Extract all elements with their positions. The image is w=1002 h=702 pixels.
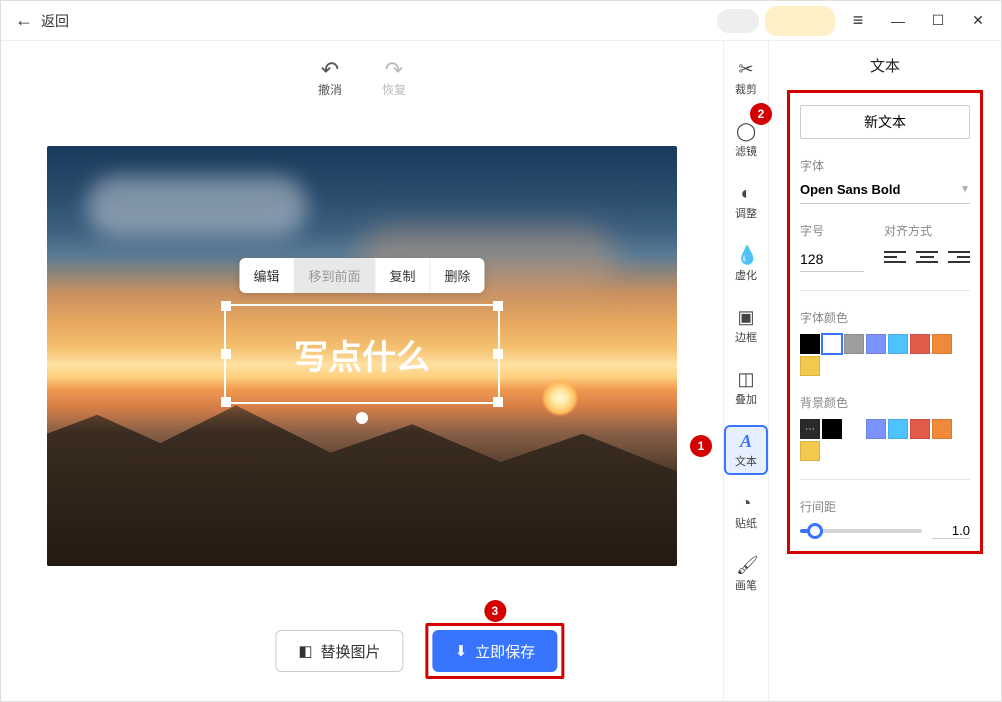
redo-label: 恢复 [382,81,406,98]
font-color-swatch-3[interactable] [866,334,886,354]
overlay-icon: ◫ [736,369,756,389]
tool-border[interactable]: ▣ 边框 [726,303,766,349]
filter-icon: ◯ [736,121,756,141]
text-context-toolbar: 编辑 移到前面 复制 删除 [239,258,484,293]
font-select[interactable]: Open Sans Bold ▼ [800,182,970,204]
tool-brush-label: 画笔 [735,577,757,593]
undo-button[interactable]: ↶ 撤消 [318,59,342,98]
close-button[interactable]: ✕ [961,5,995,37]
tool-overlay-label: 叠加 [735,391,757,407]
tool-blur[interactable]: 💧 虚化 [726,241,766,287]
font-color-swatch-6[interactable] [932,334,952,354]
bg-color-swatches: ⋯ [800,419,970,461]
text-bring-front-button[interactable]: 移到前面 [294,258,375,293]
tool-filter[interactable]: 2 ◯ 滤镜 [726,117,766,163]
bg-color-swatch-4[interactable] [888,419,908,439]
tool-border-label: 边框 [735,329,757,345]
align-left-button[interactable] [884,247,906,267]
resize-handle-mr[interactable] [493,349,503,359]
undo-icon: ↶ [321,59,339,81]
marker-1: 1 [690,435,712,457]
new-text-button[interactable]: 新文本 [800,105,970,139]
undo-label: 撤消 [318,81,342,98]
size-label: 字号 [800,222,864,239]
chevron-down-icon: ▼ [960,184,970,195]
tool-crop[interactable]: ✂ 裁剪 [726,55,766,101]
text-icon: A [736,431,756,451]
line-spacing-value: 1.0 [932,523,970,539]
bg-color-swatch-3[interactable] [866,419,886,439]
bg-color-label: 背景颜色 [800,394,970,411]
bg-color-swatch-0[interactable]: ⋯ [800,419,820,439]
tool-crop-label: 裁剪 [735,81,757,97]
line-spacing-slider[interactable] [800,529,922,533]
text-element[interactable]: 写点什么 [224,304,500,404]
tool-adjust-label: 调整 [735,205,757,221]
marker-2: 2 [750,103,772,125]
text-element-content: 写点什么 [294,330,430,379]
tool-text-label: 文本 [735,453,757,469]
tool-sticker[interactable]: ◔ 贴纸 [726,489,766,535]
font-color-swatch-4[interactable] [888,334,908,354]
font-name: Open Sans Bold [800,182,900,197]
font-color-label: 字体颜色 [800,309,970,326]
font-label: 字体 [800,157,970,174]
resize-handle-tr[interactable] [493,301,503,311]
align-label: 对齐方式 [884,222,970,239]
line-spacing-label: 行间距 [800,498,970,515]
font-color-swatch-5[interactable] [910,334,930,354]
marker-3: 3 [484,600,506,622]
save-label: 立即保存 [475,641,535,662]
font-size-input[interactable] [800,247,864,272]
text-copy-button[interactable]: 复制 [376,258,431,293]
minimize-button[interactable]: — [881,5,915,37]
arrow-left-icon: ← [15,10,33,31]
account-pill[interactable] [765,6,835,36]
tool-filter-label: 滤镜 [735,143,757,159]
sticker-icon: ◔ [736,493,756,513]
replace-icon: ◧ [298,642,312,660]
back-label: 返回 [41,11,69,31]
resize-handle-br[interactable] [493,397,503,407]
tool-blur-label: 虚化 [735,267,757,283]
redo-button: ↷ 恢复 [382,59,406,98]
font-color-swatch-2[interactable] [844,334,864,354]
hamburger-menu-button[interactable]: ≡ [841,5,875,37]
replace-label: 替换图片 [321,641,381,662]
tool-text[interactable]: 1 A 文本 [726,427,766,473]
align-center-button[interactable] [916,247,938,267]
bg-color-swatch-1[interactable] [822,419,842,439]
text-delete-button[interactable]: 删除 [431,258,485,293]
download-icon: ⬇ [455,642,468,660]
font-color-swatch-7[interactable] [800,356,820,376]
bg-color-swatch-5[interactable] [910,419,930,439]
back-button[interactable]: ← 返回 [1,10,83,31]
tool-sticker-label: 贴纸 [735,515,757,531]
maximize-button[interactable]: ☐ [921,5,955,37]
save-button[interactable]: ⬇ 立即保存 [433,630,558,672]
tool-overlay[interactable]: ◫ 叠加 [726,365,766,411]
font-color-swatches [800,334,970,376]
bg-color-swatch-6[interactable] [932,419,952,439]
border-icon: ▣ [736,307,756,327]
align-right-button[interactable] [948,247,970,267]
tool-adjust[interactable]: ◐ 调整 [726,179,766,225]
bg-color-swatch-7[interactable] [800,441,820,461]
resize-handle-ml[interactable] [221,349,231,359]
brush-icon: 🖌 [736,555,756,575]
redo-icon: ↷ [385,59,403,81]
replace-image-button[interactable]: ◧ 替换图片 [275,630,403,672]
adjust-icon: ◐ [736,183,756,203]
tool-brush[interactable]: 🖌 画笔 [726,551,766,597]
text-edit-button[interactable]: 编辑 [239,258,294,293]
font-color-swatch-1[interactable] [822,334,842,354]
panel-title: 文本 [787,55,983,76]
resize-handle-tl[interactable] [221,301,231,311]
blur-icon: 💧 [736,245,756,265]
font-color-swatch-0[interactable] [800,334,820,354]
toggle-pill[interactable] [717,9,759,33]
rotate-handle[interactable] [356,412,368,424]
resize-handle-bl[interactable] [221,397,231,407]
crop-icon: ✂ [736,59,756,79]
